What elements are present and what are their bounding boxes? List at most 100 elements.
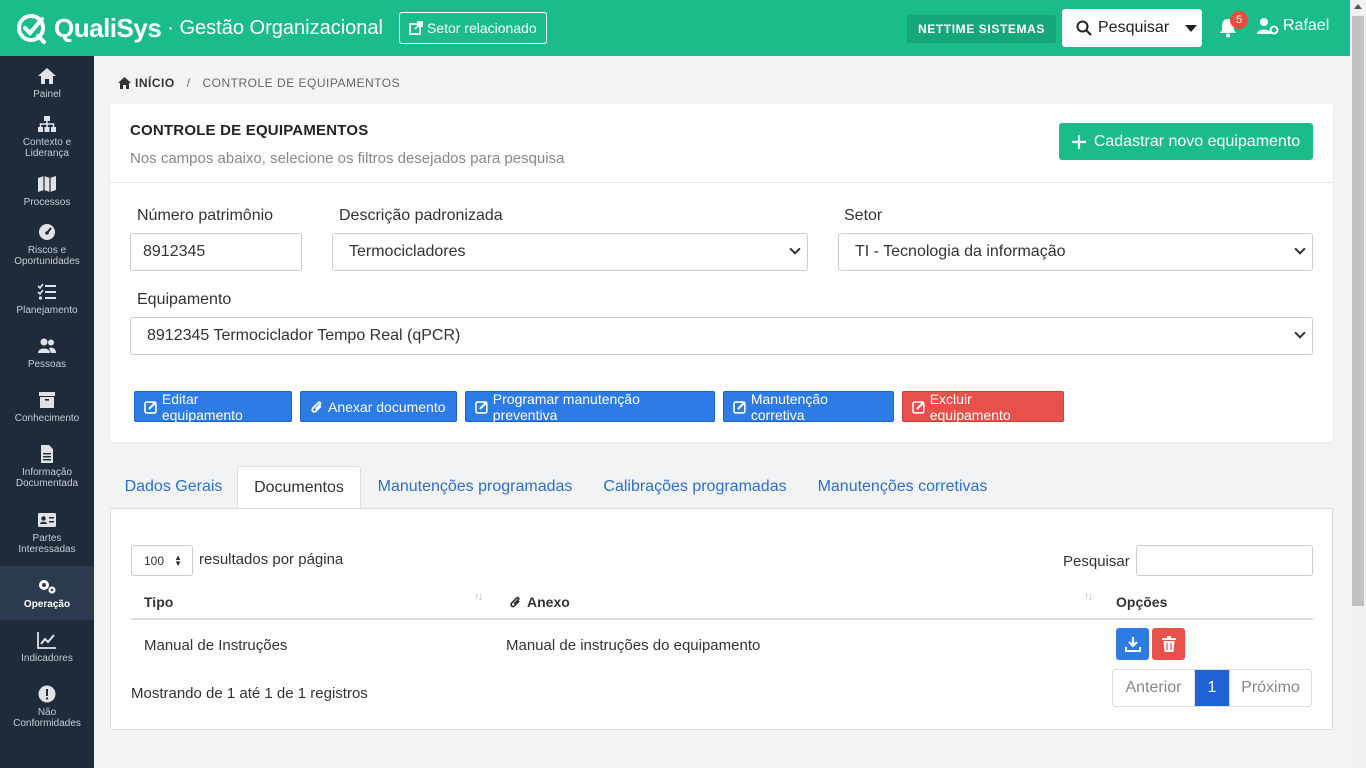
tab-calibracoes-programadas[interactable]: Calibrações programadas <box>589 466 801 508</box>
sidebar-item-partes[interactable]: Partes Interessadas <box>0 500 94 566</box>
sidebar-item-label: Pessoas <box>27 358 67 370</box>
filter-card: CONTROLE DE EQUIPAMENTOS Nos campos abai… <box>110 104 1333 442</box>
pagination-page-1[interactable]: 1 <box>1195 670 1229 706</box>
equipamento-label: Equipamento <box>137 291 232 308</box>
table-info: Mostrando de 1 até 1 de 1 registros <box>131 685 368 702</box>
brand-subtitle: · Gestão Organizacional <box>167 16 383 39</box>
map-icon <box>38 175 56 192</box>
global-search-button[interactable]: Pesquisar <box>1062 9 1202 47</box>
corrective-maintenance-button[interactable]: Manutenção corretiva <box>723 390 894 423</box>
delete-document-button[interactable] <box>1152 628 1185 660</box>
patrimonio-label: Número patrimônio <box>137 207 274 224</box>
patrimonio-value: 8912345 <box>143 243 206 260</box>
edit-equipment-button[interactable]: Editar equipamento <box>134 390 292 423</box>
sidebar-item-informacao[interactable]: Informação Documentada <box>0 434 94 500</box>
scrollbar-thumb[interactable] <box>1352 16 1364 606</box>
setor-value: TI - Tecnologia da informação <box>855 243 1066 260</box>
table-search-label: Pesquisar <box>1063 553 1130 570</box>
chart-line-icon <box>37 631 56 649</box>
new-equipment-label: Cadastrar novo equipamento <box>1093 132 1301 150</box>
paperclip-icon <box>311 400 322 413</box>
breadcrumb: INÍCIO / CONTROLE DE EQUIPAMENTOS <box>118 76 400 90</box>
sidebar-item-pessoas[interactable]: Pessoas <box>0 326 94 380</box>
equipamento-select[interactable]: 8912345 Termociclador Tempo Real (qPCR) <box>130 317 1313 355</box>
table-header-divider <box>131 618 1313 620</box>
column-header-opcoes: Opções <box>1116 594 1168 610</box>
sort-icon[interactable]: ↑↓ <box>474 591 483 603</box>
setor-relacionado-label: Setor relacionado <box>426 20 537 36</box>
schedule-maintenance-label: Programar manutenção preventiva <box>492 390 640 423</box>
tab-manutencoes-corretivas[interactable]: Manutenções corretivas <box>801 466 1004 508</box>
sidebar-item-indicadores[interactable]: Indicadores <box>0 620 94 674</box>
notification-badge: 5 <box>1230 11 1248 29</box>
chevron-down-icon <box>789 243 801 255</box>
documents-panel: 100 ▲ ▼ resultados por página Pesquisar T… <box>110 508 1333 730</box>
tab-bar: Dados Gerais Documentos Manutenções prog… <box>110 466 1333 509</box>
gears-icon <box>39 579 56 593</box>
per-page-value: 100 <box>144 553 165 568</box>
global-search-label: Pesquisar <box>1098 19 1170 36</box>
sidebar-item-riscos[interactable]: Riscos e Oportunidades <box>0 218 94 272</box>
pagination: Anterior 1 Próximo <box>1112 669 1312 707</box>
delete-equipment-button[interactable]: Excluir equipamento <box>902 390 1064 423</box>
table-search-input[interactable] <box>1136 545 1313 576</box>
company-badge[interactable]: NETTIME SISTEMAS <box>907 15 1056 43</box>
pagination-next[interactable]: Próximo <box>1229 670 1311 706</box>
sidebar-item-planejamento[interactable]: Planejamento <box>0 272 94 326</box>
sidebar-item-nao-conformidades[interactable]: Não Conformidades <box>0 674 94 740</box>
delete-equipment-label: Excluir equipamento <box>929 390 1011 423</box>
home-icon <box>118 77 131 89</box>
sidebar-item-painel[interactable]: Painel <box>0 56 94 110</box>
logo-check-icon <box>17 14 46 44</box>
corrective-maintenance-label: Manutenção corretiva <box>750 390 828 423</box>
new-equipment-button[interactable]: Cadastrar novo equipamento <box>1059 123 1313 160</box>
pagination-prev[interactable]: Anterior <box>1113 670 1195 706</box>
tasks-icon <box>37 283 56 300</box>
sidebar-item-conhecimento[interactable]: Conhecimento <box>0 380 94 434</box>
setor-label: Setor <box>844 207 883 224</box>
column-header-anexo[interactable]: Anexo <box>527 594 570 610</box>
brand[interactable]: QualiSys · Gestão Organizacional <box>16 12 383 44</box>
setor-relacionado-button[interactable]: Setor relacionado <box>398 12 547 44</box>
sidebar-item-label: Processos <box>23 196 71 208</box>
sidebar-item-processos[interactable]: Processos <box>0 164 94 218</box>
card-header: CONTROLE DE EQUIPAMENTOS Nos campos abai… <box>110 104 1333 183</box>
sidebar-item-label: Planejamento <box>16 304 78 316</box>
patrimonio-input[interactable]: 8912345 <box>130 233 302 271</box>
sidebar-item-operacao[interactable]: Operação <box>0 566 94 620</box>
per-page-select[interactable]: 100 ▲ ▼ <box>131 545 193 576</box>
gauge-icon <box>39 224 55 240</box>
tab-documentos[interactable]: Documentos <box>237 466 361 509</box>
descricao-label: Descrição padronizada <box>339 207 503 224</box>
brand-name: QualiSys <box>54 12 162 43</box>
sidebar-item-contexto[interactable]: Contexto e Liderança <box>0 110 94 164</box>
download-button[interactable] <box>1116 628 1149 660</box>
descricao-select[interactable]: Termocicladores <box>332 233 808 271</box>
sidebar-item-label: Painel <box>33 88 61 100</box>
tab-manutencoes-programadas[interactable]: Manutenções programadas <box>361 466 589 508</box>
page-title: CONTROLE DE EQUIPAMENTOS <box>130 122 369 139</box>
sidebar-item-label: Indicadores <box>21 652 73 664</box>
external-link-icon <box>409 21 423 35</box>
edit-icon <box>144 400 157 414</box>
attach-document-button[interactable]: Anexar documento <box>300 391 457 422</box>
sidebar-item-label: Conhecimento <box>14 412 80 424</box>
attach-document-label: Anexar documento <box>328 398 446 415</box>
column-header-tipo[interactable]: Tipo <box>144 594 173 610</box>
scroll-up-arrow-icon[interactable] <box>1354 4 1362 9</box>
user-gear-icon <box>1257 18 1279 35</box>
id-card-icon <box>38 513 56 527</box>
sidebar-item-label: Operação <box>23 598 71 610</box>
sidebar-item-label: Partes Interessadas <box>18 533 76 555</box>
edit-equipment-label: Editar equipamento <box>161 390 243 423</box>
breadcrumb-home-label: INÍCIO <box>135 76 175 90</box>
breadcrumb-home[interactable]: INÍCIO <box>118 76 175 90</box>
user-menu[interactable]: Rafael <box>1257 17 1329 35</box>
sidebar-item-label: Não Conformidades <box>13 707 81 729</box>
equipamento-value: 8912345 Termociclador Tempo Real (qPCR) <box>147 327 461 344</box>
setor-select[interactable]: TI - Tecnologia da informação <box>838 233 1313 271</box>
tab-dados-gerais[interactable]: Dados Gerais <box>110 466 237 508</box>
sort-icon[interactable]: ↑↓ <box>1084 591 1093 603</box>
schedule-maintenance-button[interactable]: Programar manutenção preventiva <box>465 390 715 423</box>
sitemap-icon <box>38 116 56 132</box>
